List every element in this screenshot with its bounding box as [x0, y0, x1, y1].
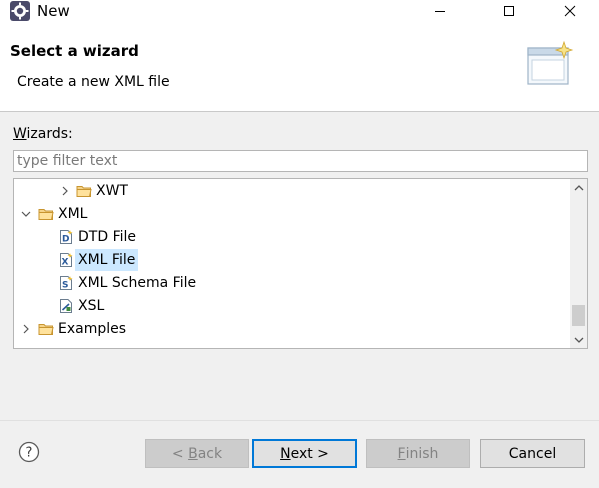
filter-input[interactable] [13, 150, 588, 172]
tree-item-label: Examples [58, 321, 127, 337]
expand-chevron-icon[interactable] [19, 318, 33, 340]
chevron-up-icon [574, 184, 583, 190]
tree-item-xsl[interactable]: XSL [14, 295, 569, 317]
tree-item-label: DTD File [78, 229, 136, 245]
xml-schema-file-icon: S [60, 276, 73, 291]
wizard-tree[interactable]: XWT XML D DTD File X XML File S XML Sche… [13, 178, 588, 349]
cancel-button[interactable]: Cancel [480, 439, 585, 468]
scroll-thumb[interactable] [572, 305, 585, 326]
finish-button[interactable]: Finish [366, 439, 470, 468]
tree-item-label: XML Schema File [78, 275, 197, 291]
tree-item-xwt[interactable]: XWT [14, 180, 569, 202]
page-title: Select a wizard [10, 42, 139, 60]
minimize-icon [435, 11, 445, 12]
footer-divider [0, 420, 599, 421]
next-button[interactable]: Next > [252, 439, 357, 468]
scroll-up-button[interactable] [570, 179, 587, 196]
tree-item-xml-schema-file[interactable]: S XML Schema File [14, 272, 569, 294]
tree-item-label: XML [58, 206, 88, 222]
tree-item-examples[interactable]: Examples [14, 318, 569, 340]
tree-item-label: XWT [96, 183, 128, 199]
tree-item-xml[interactable]: XML [14, 203, 569, 225]
page-description: Create a new XML file [17, 74, 170, 90]
folder-icon [76, 186, 92, 197]
wizards-label: Wizards: [13, 126, 73, 142]
svg-text:S: S [62, 281, 68, 291]
expand-chevron-icon[interactable] [58, 180, 72, 202]
xml-file-icon: X [60, 253, 73, 268]
svg-text:X: X [62, 258, 69, 268]
xsl-file-icon [60, 299, 72, 313]
close-button[interactable] [550, 0, 590, 22]
tree-item-dtd-file[interactable]: D DTD File [14, 226, 569, 248]
chevron-down-icon [574, 337, 583, 343]
svg-text:?: ? [26, 446, 33, 461]
minimize-button[interactable] [417, 0, 463, 22]
collapse-chevron-icon[interactable] [19, 203, 33, 225]
dtd-file-icon: D [60, 230, 73, 245]
close-icon [564, 5, 576, 17]
scroll-down-button[interactable] [570, 331, 587, 348]
maximize-icon [504, 6, 514, 16]
tree-scrollbar[interactable] [570, 179, 587, 348]
tree-item-xml-file[interactable]: X XML File [14, 249, 569, 271]
window-title: New [37, 2, 70, 20]
help-icon[interactable]: ? [18, 441, 40, 463]
back-button[interactable]: < Back [145, 439, 249, 468]
tree-item-label: XSL [78, 298, 105, 314]
wizard-header: Select a wizard Create a new XML file [0, 22, 599, 112]
folder-open-icon [38, 209, 54, 220]
eclipse-app-icon [10, 1, 30, 21]
new-wizard-banner-icon [527, 40, 574, 85]
svg-text:D: D [62, 235, 69, 245]
folder-icon [38, 324, 54, 335]
tree-item-label: XML File [75, 249, 139, 271]
title-bar: New [0, 0, 599, 22]
maximize-button[interactable] [486, 0, 532, 22]
